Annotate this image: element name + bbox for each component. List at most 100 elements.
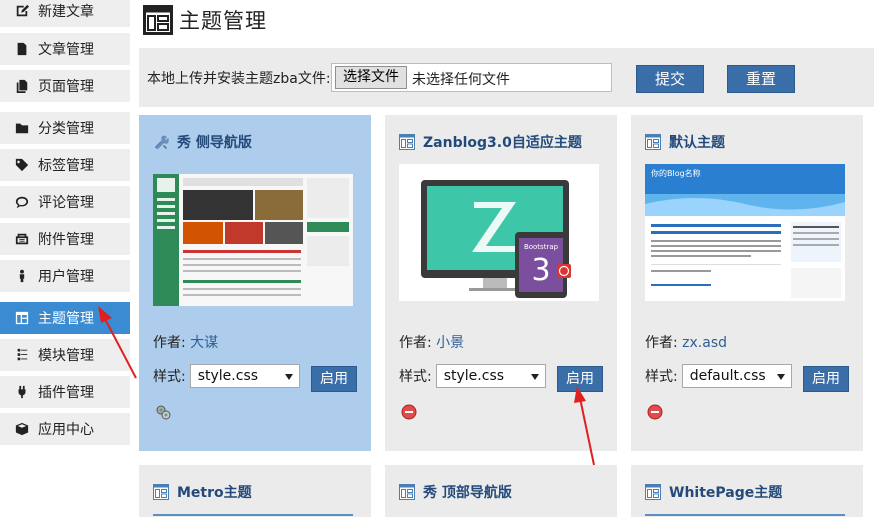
- upload-bar: 本地上传并安装主题zba文件: 选择文件 未选择任何文件 提交 重置: [139, 48, 874, 107]
- style-row: 样式: style.css: [153, 364, 300, 388]
- sidebar-item-label: 插件管理: [38, 385, 94, 401]
- theme-author: 作者: zx.asd: [645, 332, 727, 352]
- sidebar-item-comment-manage[interactable]: 评论管理: [0, 186, 130, 218]
- sidebar-item-label: 新建文章: [38, 4, 94, 20]
- sidebar-item-module-manage[interactable]: 模块管理: [0, 339, 130, 371]
- style-row: 样式: style.css: [399, 364, 546, 388]
- upload-label: 本地上传并安装主题zba文件:: [147, 71, 331, 87]
- author-link[interactable]: zx.asd: [682, 335, 727, 351]
- theme-name: Zanblog3.0自适应主题: [423, 135, 582, 151]
- sidebar-item-label: 标签管理: [38, 158, 94, 174]
- page-title: 主题管理: [179, 9, 267, 33]
- attachment-icon: [14, 231, 30, 247]
- theme-preview-image: 你的Blog名称: [645, 164, 845, 301]
- sidebar-item-label: 页面管理: [38, 79, 94, 95]
- style-select[interactable]: style.css: [189, 364, 300, 388]
- theme-icon: [153, 484, 169, 500]
- sidebar-item-category-manage[interactable]: 分类管理: [0, 112, 130, 144]
- theme-card-header: 秀 侧导航版: [153, 132, 252, 152]
- style-select-value: style.css: [197, 368, 259, 384]
- author-label: 作者:: [645, 335, 678, 351]
- style-select-value: default.css: [689, 368, 766, 384]
- thumb-text: Bootstrap: [524, 243, 559, 251]
- tag-icon: [14, 157, 30, 173]
- sidebar-item-tag-manage[interactable]: 标签管理: [0, 149, 130, 181]
- sidebar-item-attachment-manage[interactable]: 附件管理: [0, 223, 130, 255]
- tools-icon: [155, 135, 169, 149]
- style-row: 样式: default.css: [645, 364, 792, 388]
- thumb-number: 3: [531, 253, 550, 288]
- theme-name: 默认主题: [669, 135, 725, 151]
- file-text-icon: [14, 41, 30, 57]
- enable-button[interactable]: 启用: [557, 366, 603, 392]
- style-select-value: style.css: [443, 368, 505, 384]
- author-label: 作者:: [399, 335, 432, 351]
- enable-button[interactable]: 启用: [803, 366, 849, 392]
- theme-thumbnail: Bootstrap 3: [399, 164, 599, 301]
- style-select[interactable]: style.css: [435, 364, 546, 388]
- theme-card-header: Zanblog3.0自适应主题: [399, 132, 582, 152]
- submit-button[interactable]: 提交: [636, 65, 704, 93]
- theme-thumbnail: 你的Blog名称: [645, 164, 845, 301]
- theme-name: 秀 侧导航版: [177, 135, 252, 151]
- comment-icon: [14, 194, 30, 210]
- theme-card-header: Metro主题: [153, 482, 252, 502]
- file-input[interactable]: 选择文件 未选择任何文件: [331, 63, 612, 92]
- theme-icon: [14, 310, 30, 326]
- author-link[interactable]: 小景: [436, 335, 464, 351]
- sidebar-item-app-center[interactable]: 应用中心: [0, 413, 130, 445]
- sidebar-item-label: 评论管理: [38, 195, 94, 211]
- chevron-down-icon: [530, 374, 539, 380]
- theme-card-header: 秀 顶部导航版: [399, 482, 512, 502]
- sidebar-item-label: 用户管理: [38, 269, 94, 285]
- delete-icon[interactable]: [401, 404, 417, 420]
- sidebar-item-label: 主题管理: [38, 311, 94, 327]
- page-header: 主题管理: [143, 4, 267, 36]
- sidebar-item-label: 模块管理: [38, 348, 94, 364]
- reset-button[interactable]: 重置: [727, 65, 795, 93]
- files-icon: [14, 78, 30, 94]
- style-label: 样式:: [399, 369, 432, 385]
- theme-icon: [143, 5, 173, 35]
- user-icon: [14, 268, 30, 284]
- theme-thumbnail: [153, 174, 353, 306]
- author-label: 作者:: [153, 335, 186, 351]
- style-select[interactable]: default.css: [681, 364, 792, 388]
- style-label: 样式:: [153, 369, 186, 385]
- theme-card: Zanblog3.0自适应主题 Bootstrap 3 作者: 小景 样式: s…: [385, 115, 617, 451]
- theme-card: WhitePage主题: [631, 465, 863, 517]
- plugin-icon: [14, 384, 30, 400]
- choose-file-button[interactable]: 选择文件: [335, 66, 407, 89]
- sidebar-item-label: 附件管理: [38, 232, 94, 248]
- theme-icon: [645, 484, 661, 500]
- sidebar-item-page-manage[interactable]: 页面管理: [0, 70, 130, 102]
- theme-icon: [399, 134, 415, 150]
- thumb-text: 你的Blog名称: [651, 168, 701, 178]
- sidebar-item-label: 应用中心: [38, 422, 94, 438]
- box-icon: [14, 421, 30, 437]
- theme-name: Metro主题: [177, 485, 252, 501]
- theme-card-active: 秀 侧导航版 作者: 大谋 样式: style.css 启用: [139, 115, 371, 451]
- chevron-down-icon: [284, 374, 293, 380]
- settings-icon[interactable]: [155, 404, 171, 420]
- sidebar-item-new-article[interactable]: 新建文章: [0, 0, 130, 27]
- theme-card: 秀 顶部导航版: [385, 465, 617, 517]
- sidebar-item-label: 分类管理: [38, 121, 94, 137]
- folder-icon: [14, 120, 30, 136]
- sidebar-item-theme-manage[interactable]: 主题管理: [0, 302, 130, 334]
- theme-icon: [399, 484, 415, 500]
- module-icon: [14, 347, 30, 363]
- theme-card-header: WhitePage主题: [645, 482, 782, 502]
- theme-thumbnail: [645, 514, 845, 516]
- author-link[interactable]: 大谋: [190, 335, 218, 351]
- theme-name: 秀 顶部导航版: [423, 485, 512, 501]
- theme-card: Metro主题: [139, 465, 371, 517]
- delete-icon[interactable]: [647, 404, 663, 420]
- sidebar-item-label: 文章管理: [38, 42, 94, 58]
- theme-thumbnail: [153, 514, 353, 516]
- theme-author: 作者: 小景: [399, 332, 464, 352]
- sidebar-item-plugin-manage[interactable]: 插件管理: [0, 376, 130, 408]
- enable-button[interactable]: 启用: [311, 366, 357, 392]
- sidebar-item-user-manage[interactable]: 用户管理: [0, 260, 130, 292]
- sidebar-item-article-manage[interactable]: 文章管理: [0, 33, 130, 65]
